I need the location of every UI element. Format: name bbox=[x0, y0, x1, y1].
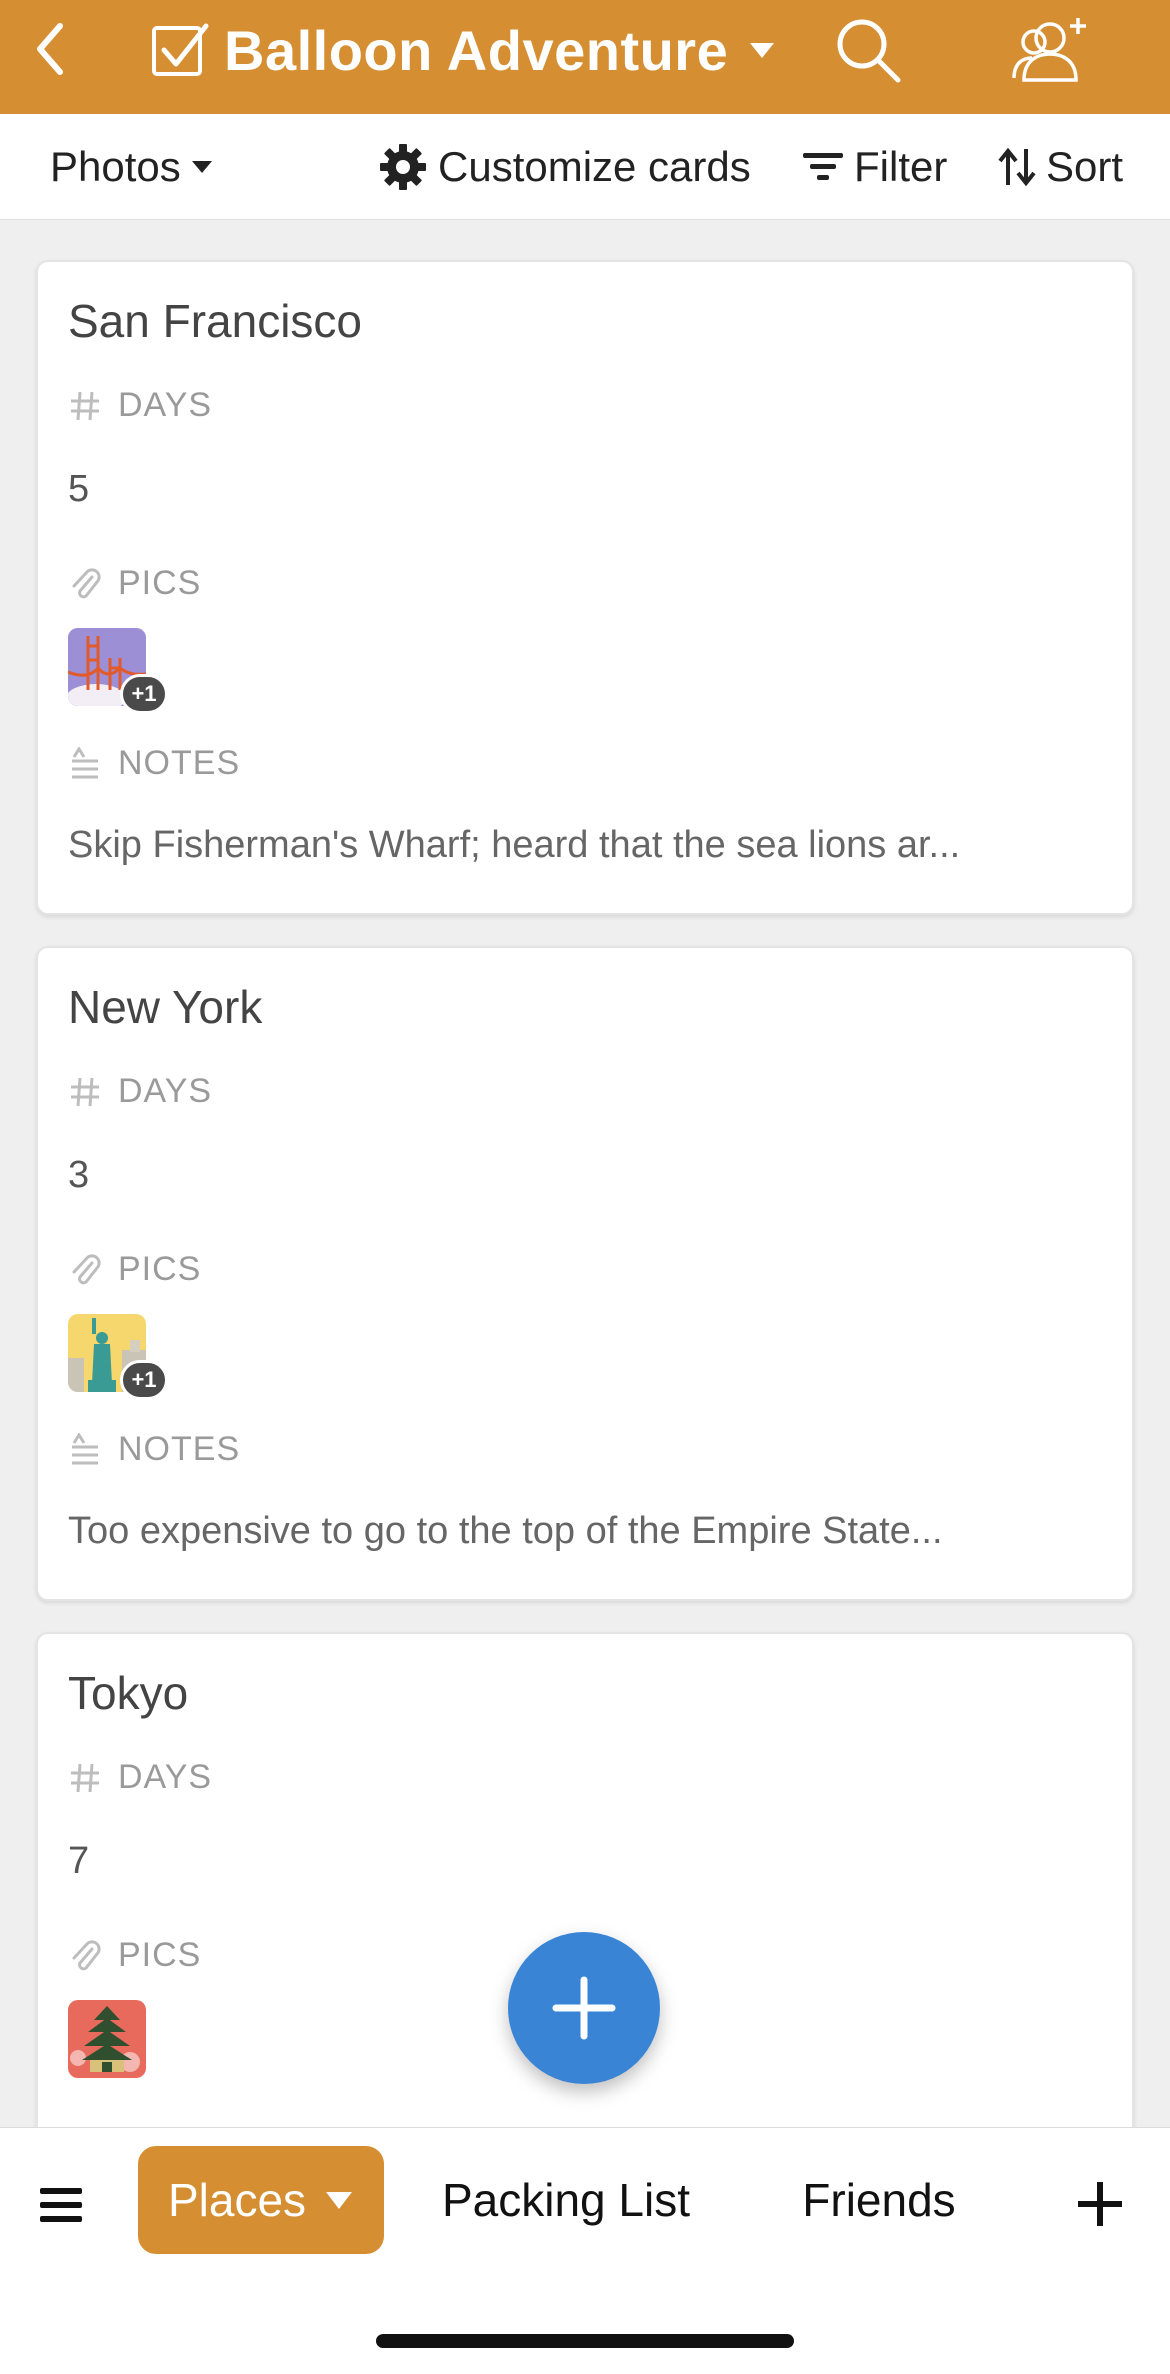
days-value: 3 bbox=[68, 1154, 90, 1196]
app-header: Balloon Adventure bbox=[0, 0, 1170, 114]
base-title-dropdown[interactable]: Balloon Adventure bbox=[148, 10, 776, 90]
add-record-button[interactable] bbox=[508, 1932, 660, 2084]
hash-icon bbox=[71, 1077, 99, 1106]
paperclip-icon bbox=[72, 567, 101, 598]
paperclip-icon bbox=[72, 1939, 101, 1970]
tab-friends[interactable]: Friends bbox=[784, 2146, 974, 2254]
sort-icon bbox=[998, 147, 1036, 187]
back-icon[interactable] bbox=[20, 14, 90, 84]
add-table-icon[interactable] bbox=[1074, 2178, 1126, 2230]
base-title: Balloon Adventure bbox=[224, 18, 729, 82]
filter-label: Filter bbox=[854, 143, 948, 190]
days-field-label: DAYS bbox=[68, 1758, 212, 1797]
tab-packing-list[interactable]: Packing List bbox=[428, 2146, 704, 2254]
paperclip-icon bbox=[72, 1253, 101, 1284]
record-title: San Francisco bbox=[68, 295, 363, 347]
notes-icon bbox=[72, 1432, 98, 1464]
more-photos-badge: +1 bbox=[120, 674, 168, 714]
pagoda-image bbox=[68, 2000, 146, 2078]
notes-field-label: NOTES bbox=[68, 744, 240, 783]
days-field-label: DAYS bbox=[68, 1072, 212, 1111]
days-value: 7 bbox=[68, 1840, 90, 1882]
sort-label: Sort bbox=[1046, 143, 1124, 190]
search-icon[interactable] bbox=[832, 14, 904, 86]
pics-field-label: PICS bbox=[68, 564, 201, 603]
checkbox-icon bbox=[152, 23, 209, 76]
filter-button[interactable]: Filter bbox=[802, 114, 947, 220]
home-indicator bbox=[376, 2334, 794, 2348]
filter-icon bbox=[803, 153, 843, 180]
menu-icon[interactable] bbox=[38, 2180, 88, 2230]
hash-icon bbox=[71, 391, 99, 420]
days-value: 5 bbox=[68, 468, 90, 510]
customize-cards-button[interactable]: Customize cards bbox=[378, 114, 751, 220]
customize-cards-label: Customize cards bbox=[438, 143, 751, 190]
notes-field-label: NOTES bbox=[68, 1430, 240, 1469]
record-title: New York bbox=[68, 981, 263, 1033]
plus-icon bbox=[552, 1976, 616, 2040]
notes-value: Skip Fisherman's Wharf; heard that the s… bbox=[68, 824, 961, 866]
view-switcher[interactable]: Photos bbox=[50, 114, 213, 220]
photo-thumbnail[interactable] bbox=[68, 2000, 146, 2078]
record-title: Tokyo bbox=[68, 1667, 189, 1719]
chevron-down-icon bbox=[326, 2192, 353, 2209]
hash-icon bbox=[71, 1763, 99, 1792]
view-switcher-label: Photos bbox=[50, 143, 181, 190]
sort-button[interactable]: Sort bbox=[998, 114, 1123, 220]
chevron-down-icon bbox=[191, 161, 212, 173]
more-photos-badge: +1 bbox=[120, 1360, 168, 1400]
pics-field-label: PICS bbox=[68, 1936, 201, 1975]
pics-field-label: PICS bbox=[68, 1250, 201, 1289]
notes-icon bbox=[72, 746, 98, 778]
notes-value: Too expensive to go to the top of the Em… bbox=[68, 1510, 943, 1552]
view-toolbar: Photos Customize cards Filter Sort bbox=[0, 114, 1170, 220]
tab-places-label: Places bbox=[167, 2174, 307, 2226]
add-user-icon[interactable] bbox=[1010, 14, 1090, 86]
record-card[interactable]: New York DAYS 3 PICS +1 NOTES Too expens… bbox=[36, 946, 1134, 1601]
chevron-down-icon bbox=[750, 43, 775, 58]
record-card[interactable]: San Francisco DAYS 5 PICS +1 NOTES Skip … bbox=[36, 260, 1134, 915]
tab-places[interactable]: Places bbox=[138, 2146, 384, 2254]
gear-icon bbox=[380, 144, 426, 190]
days-field-label: DAYS bbox=[68, 386, 212, 425]
